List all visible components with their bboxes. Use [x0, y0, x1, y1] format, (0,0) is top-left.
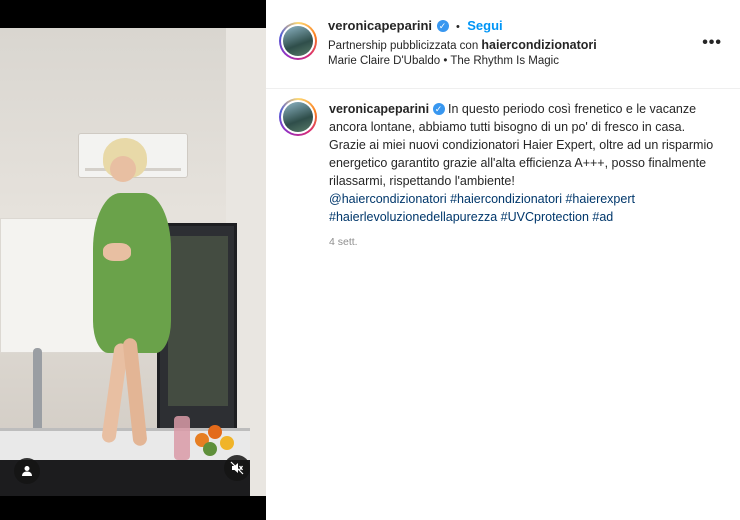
author-line: veronicapeparini ✓ • Segui: [328, 17, 503, 35]
lemon: [220, 436, 234, 450]
follow-button[interactable]: Segui: [467, 18, 502, 33]
face: [110, 156, 136, 182]
separator-dot: •: [455, 21, 460, 33]
green-dress: [93, 193, 171, 353]
verified-badge-icon: ✓: [436, 20, 449, 32]
media-bottom-bar: [0, 496, 266, 520]
more-options-icon[interactable]: •••: [702, 34, 722, 52]
user-icon: [22, 466, 32, 476]
author-avatar[interactable]: [279, 22, 317, 60]
post-details-panel: veronicapeparini ✓ • Segui Partnership p…: [266, 0, 740, 520]
orange: [208, 425, 222, 439]
lime: [203, 442, 217, 456]
caption-tag[interactable]: #haierexpert: [565, 192, 635, 206]
caption-tag[interactable]: #UVCprotection: [501, 210, 589, 224]
caption-username[interactable]: veronicapeparini: [329, 102, 429, 116]
partnership-line: Partnership pubblicizzata con haiercondi…: [328, 38, 597, 52]
avatar-image: [283, 26, 313, 56]
post-caption: veronicapeparini ✓ In questo periodo cos…: [329, 100, 724, 226]
caption-tag[interactable]: #haierlevoluzionedellapurezza: [329, 210, 497, 224]
leg: [122, 337, 148, 447]
post-timestamp[interactable]: 4 sett.: [329, 236, 358, 248]
post-header: veronicapeparini ✓ • Segui Partnership p…: [266, 0, 740, 89]
caption-tag[interactable]: @haiercondizionatori: [329, 192, 447, 206]
partner-link[interactable]: haiercondizionatori: [481, 38, 596, 52]
author-username[interactable]: veronicapeparini: [328, 18, 432, 33]
verified-badge-icon: ✓: [432, 103, 445, 115]
video-frame[interactable]: [0, 28, 266, 496]
post-media[interactable]: [0, 0, 266, 520]
caption-avatar[interactable]: [279, 98, 317, 136]
tagged-user-button[interactable]: [14, 458, 40, 484]
caption-tag[interactable]: #haiercondizionatori: [450, 192, 562, 206]
woman-dancing: [88, 138, 178, 448]
caption-tag[interactable]: #ad: [592, 210, 613, 224]
mute-button[interactable]: [224, 455, 250, 481]
partnership-label: Partnership pubblicizzata con: [328, 40, 482, 52]
avatar-image: [283, 102, 313, 132]
muted-speaker-icon: [230, 461, 244, 475]
audio-track[interactable]: Marie Claire D'Ubaldo • The Rhythm Is Ma…: [328, 55, 559, 67]
